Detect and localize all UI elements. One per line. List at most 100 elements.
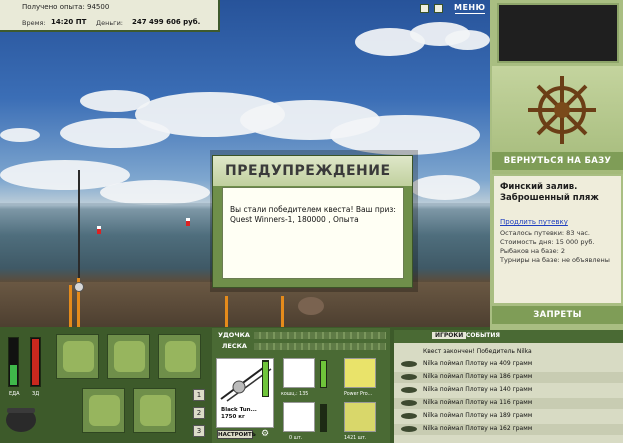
tab-players[interactable]: ИГРОКИ [432,332,467,339]
bait-caption: 1421 шт. [344,436,367,441]
hook-caption: 0 шт. [289,436,303,441]
minimap [497,3,619,63]
rod-tip [78,170,80,280]
time-value: 14:20 ПТ [51,18,87,26]
reel-item[interactable] [283,358,315,388]
food-fill [10,365,17,385]
tab-events[interactable]: СОБЫТИЯ [466,332,500,339]
catch-text: Nilka поймал Плотву на 409 грамм [423,360,533,367]
line-caption: Power Pro... [344,392,373,397]
net-icon [165,341,196,372]
dialog-header: ПРЕДУПРЕЖДЕНИЕ [213,156,412,186]
days-left: Осталось путевки: 83 час. [500,229,590,237]
cloud [100,180,210,205]
basket-icon [89,395,120,426]
catch-text: Nilka поймал Плотву на 189 грамм [423,412,533,419]
hook-bar [320,404,327,432]
wrench-icon[interactable]: ⚙ [261,429,269,439]
food-label: ЕДА [9,391,20,397]
ship-wheel-icon[interactable] [526,72,598,148]
sack-icon [114,341,145,372]
cloud [330,115,480,155]
cloud [60,118,170,148]
rod-bar [254,332,386,339]
location-title: Финский залив. Заброшенный пляж [500,182,599,203]
rod-name: Black Tun... [221,407,257,413]
condition-fill [263,362,268,396]
warning-dialog[interactable]: ПРЕДУПРЕЖДЕНИЕ Вы стали победителем квес… [212,155,413,288]
fish-icon [401,426,417,432]
reel-bar [320,360,327,388]
fishers-count: Рыбаков на базе: 2 [500,247,565,255]
fish-icon [401,374,417,380]
event-log: Квест закончен! Победитель Nilka Nilka п… [394,343,623,443]
health-gauge [30,337,41,387]
bag-slot[interactable] [158,334,201,379]
sound-icon[interactable] [434,4,443,13]
log-tabs: ИГРОКИ СОБЫТИЯ [394,330,623,343]
dialog-body: Вы стали победителем квеста! Ваш приз: Q… [222,187,404,279]
cloud [445,30,490,50]
health-label: ЗД [32,391,40,397]
rod-3[interactable] [225,296,228,327]
cloud [0,128,40,142]
tournaments: Турниры на базе: не объявлены [500,256,610,264]
money-label: Деньги: [96,19,123,27]
reel-icon [74,282,84,292]
cloud [410,175,480,200]
food-gauge [8,337,19,387]
extend-ticket-link[interactable]: Продлить путевку [500,218,568,226]
dialog-title: ПРЕДУПРЕЖДЕНИЕ [225,163,391,179]
catch-text: Nilka поймал Плотву на 186 грамм [423,373,533,380]
cauldron-icon[interactable] [3,400,39,436]
catch-text: Nilka поймал Плотву на 140 грамм [423,386,533,393]
bag-slot[interactable] [56,334,99,379]
slot-3-button[interactable]: 3 [193,425,205,437]
fish-icon [401,400,417,406]
rock [298,297,324,315]
line-item[interactable] [344,358,376,388]
bag-slot[interactable] [133,388,176,433]
reel-bar-fill [321,361,326,387]
line-label: ЛЕСКА [222,342,247,350]
slot-1-button[interactable]: 1 [193,389,205,401]
status-panel: Получено опыта: 94500 Время: 14:20 ПТ Де… [0,0,220,32]
xp-text: Получено опыта: 94500 [22,3,110,11]
condition-percent: 98% [258,399,271,405]
fish-icon [401,387,417,393]
bait-item[interactable] [344,402,376,432]
game-screen: Получено опыта: 94500 Время: 14:20 ПТ Де… [0,0,623,443]
rod-label: УДОЧКА [218,331,250,339]
pause-icon[interactable] [420,4,429,13]
list-item: Nilka поймал Плотву на 140 грамм [394,385,623,396]
list-item: Nilka поймал Плотву на 116 грамм [394,398,623,409]
quest-result: Квест закончен! Победитель Nilka [423,348,532,355]
return-to-base-button[interactable]: ВЕРНУТЬСЯ НА БАЗУ [492,152,623,170]
float-icon [97,226,101,234]
list-item: Nilka поймал Плотву на 186 грамм [394,372,623,383]
menu-button[interactable]: МЕНЮ [454,3,486,12]
money-value: 247 499 606 руб. [132,18,201,26]
bag-slot[interactable] [107,334,150,379]
menu-underline [455,13,485,14]
fish-icon [401,361,417,367]
setup-button[interactable]: НАСТРОИТЬ [217,430,256,439]
hook-item[interactable] [283,402,315,432]
catch-text: Nilka поймал Плотву на 116 грамм [423,399,533,406]
bucket-icon [140,395,171,426]
list-item: Nilka поймал Плотву на 189 грамм [394,411,623,422]
condition-bar [262,360,269,397]
bag-slot[interactable] [82,388,125,433]
backpack-icon [63,341,94,372]
bans-button[interactable]: ЗАПРЕТЫ [492,306,623,324]
list-item: Nilka поймал Плотву на 162 грамм [394,424,623,435]
day-cost: Стоимость дня: 15 000 руб. [500,238,595,246]
dialog-message: Вы стали победителем квеста! Ваш приз: Q… [230,205,396,224]
line-bar [254,343,386,350]
rod-4[interactable] [281,296,284,327]
slot-2-button[interactable]: 2 [193,407,205,419]
rod-2[interactable] [69,285,72,327]
float-icon [186,218,190,226]
time-label: Время: [22,19,46,27]
fish-icon [401,413,417,419]
